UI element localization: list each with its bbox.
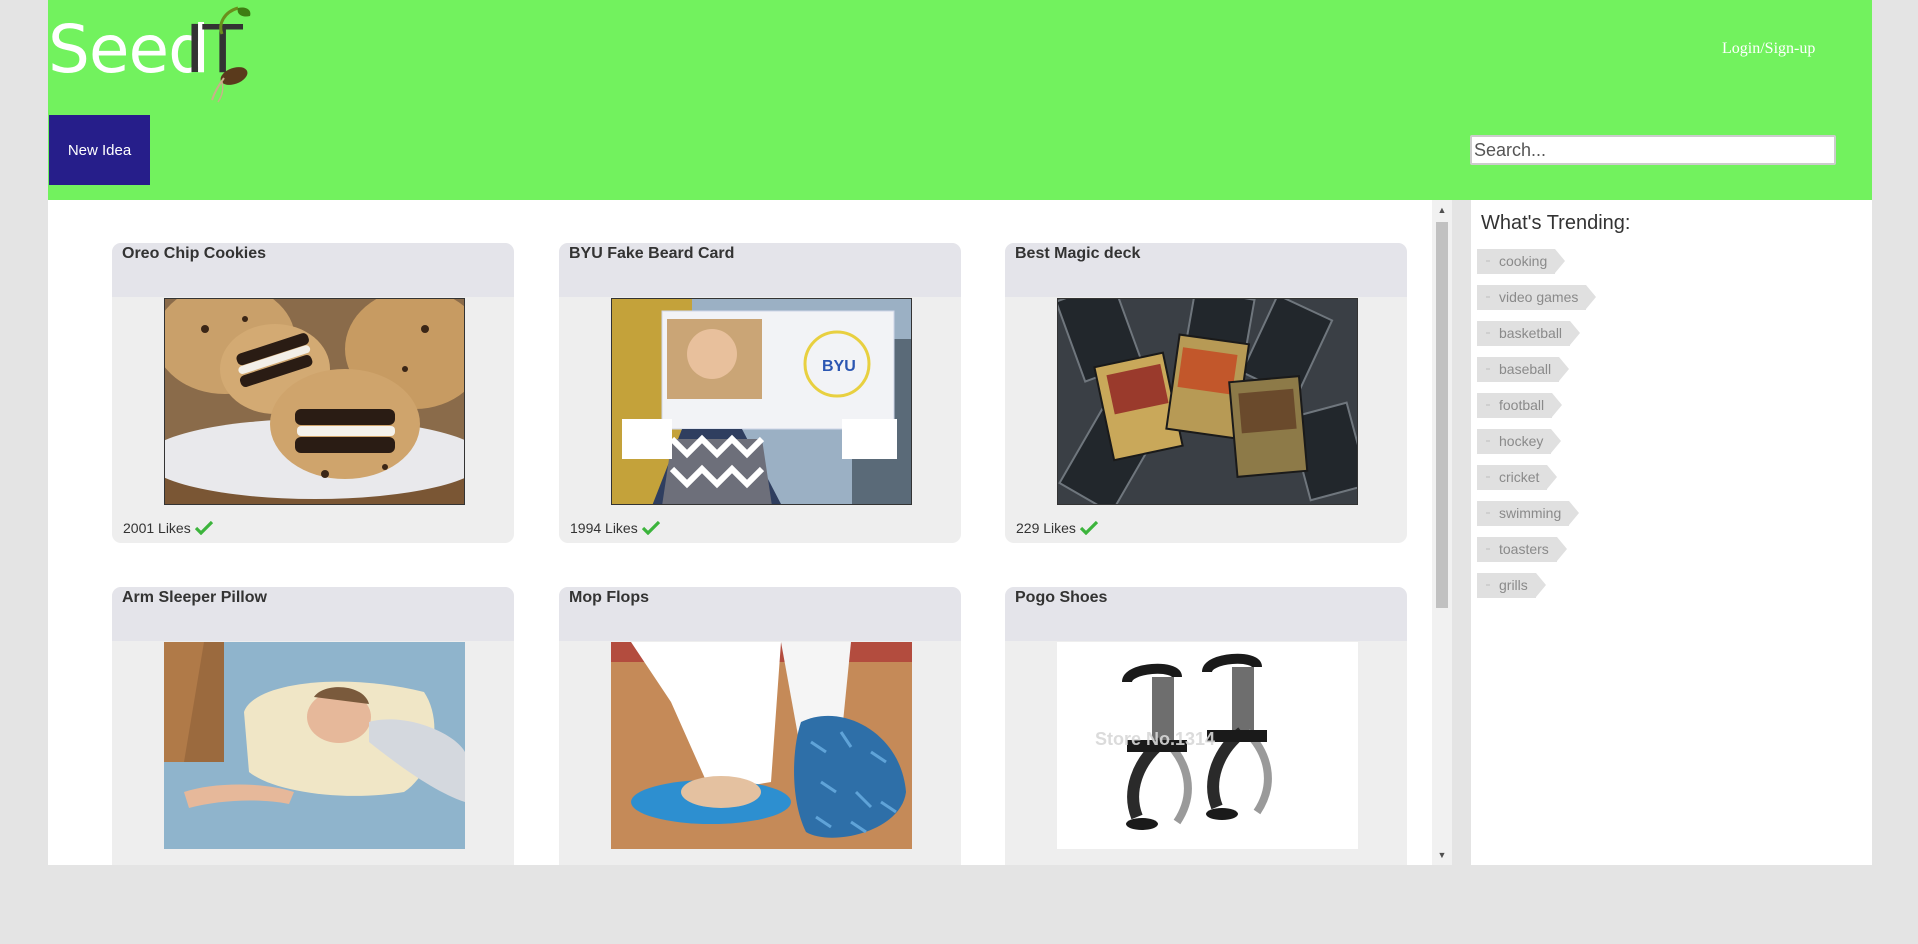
trending-tag[interactable]: basketball <box>1477 321 1581 346</box>
idea-title[interactable]: Arm Sleeper Pillow <box>122 589 504 607</box>
likes-text: 229 Likes <box>1016 520 1076 536</box>
card-header: Oreo Chip Cookies <box>112 243 514 297</box>
app: Seed IT Login/Sign-up New Idea Oreo Chip… <box>48 0 1872 865</box>
magic-cards-photo[interactable] <box>1057 298 1358 505</box>
trending-tag[interactable]: baseball <box>1477 357 1570 382</box>
mop-slippers-photo[interactable] <box>611 642 912 849</box>
pillow-photo[interactable] <box>164 642 465 849</box>
trending-tag[interactable]: football <box>1477 393 1563 418</box>
beard-card-photo[interactable]: BYU <box>611 298 912 505</box>
idea-title[interactable]: Pogo Shoes <box>1015 589 1397 607</box>
card-header: BYU Fake Beard Card <box>559 243 961 297</box>
check-icon[interactable] <box>194 521 213 535</box>
idea-card[interactable]: Oreo Chip Cookies 2001 Likes <box>112 243 514 543</box>
pogo-shoes-photo[interactable]: Store No.1314 <box>1057 642 1358 849</box>
likes-text: 2001 Likes <box>123 520 191 536</box>
arrow-up-icon[interactable]: ▲ <box>1432 200 1452 220</box>
idea-card[interactable]: Mop Flops <box>559 587 961 865</box>
ideas-feed: Oreo Chip Cookies 2001 Likes BYU Fake Be… <box>48 200 1452 865</box>
svg-text:BYU: BYU <box>822 358 856 375</box>
trending-tag[interactable]: hockey <box>1477 429 1562 454</box>
header: Seed IT Login/Sign-up New Idea <box>48 0 1872 200</box>
check-icon[interactable] <box>1079 521 1098 535</box>
idea-title[interactable]: Mop Flops <box>569 589 951 607</box>
login-signup-link[interactable]: Login/Sign-up <box>1722 40 1815 58</box>
trending-tag[interactable]: video games <box>1477 285 1597 310</box>
check-icon[interactable] <box>641 521 660 535</box>
card-header: Arm Sleeper Pillow <box>112 587 514 641</box>
idea-card[interactable]: Arm Sleeper Pillow <box>112 587 514 865</box>
likes-count: 2001 Likes <box>123 520 213 536</box>
trending-title: What's Trending: <box>1481 212 1631 234</box>
idea-title[interactable]: Best Magic deck <box>1015 245 1397 263</box>
card-header: Mop Flops <box>559 587 961 641</box>
likes-count: 1994 Likes <box>570 520 660 536</box>
idea-card[interactable]: Pogo Shoes Store No.1314 <box>1005 587 1407 865</box>
trending-sidebar: What's Trending: cooking video games bas… <box>1471 200 1872 865</box>
trending-tag[interactable]: grills <box>1477 573 1546 598</box>
trending-tag[interactable]: swimming <box>1477 501 1580 526</box>
trending-tag[interactable]: cooking <box>1477 249 1566 274</box>
idea-title[interactable]: BYU Fake Beard Card <box>569 245 951 263</box>
idea-title[interactable]: Oreo Chip Cookies <box>122 245 504 263</box>
arrow-down-icon[interactable]: ▼ <box>1432 845 1452 865</box>
sprout-icon <box>211 6 251 103</box>
idea-card[interactable]: BYU Fake Beard Card BYU 1994 Likes <box>559 243 961 543</box>
idea-card[interactable]: Best Magic deck 229 Likes <box>1005 243 1407 543</box>
trending-tag[interactable]: cricket <box>1477 465 1558 490</box>
trending-tag[interactable]: toasters <box>1477 537 1567 562</box>
new-idea-button[interactable]: New Idea <box>49 115 150 185</box>
feed-scrollbar[interactable]: ▲ ▼ <box>1432 200 1452 865</box>
card-header: Best Magic deck <box>1005 243 1407 297</box>
card-header: Pogo Shoes <box>1005 587 1407 641</box>
search-input[interactable] <box>1470 135 1836 165</box>
svg-text:Store No.1314: Store No.1314 <box>1095 729 1215 749</box>
seedit-logo[interactable]: Seed IT <box>48 4 258 104</box>
scrollbar-thumb[interactable] <box>1436 222 1448 608</box>
likes-count: 229 Likes <box>1016 520 1098 536</box>
cookies-photo[interactable] <box>164 298 465 505</box>
likes-text: 1994 Likes <box>570 520 638 536</box>
